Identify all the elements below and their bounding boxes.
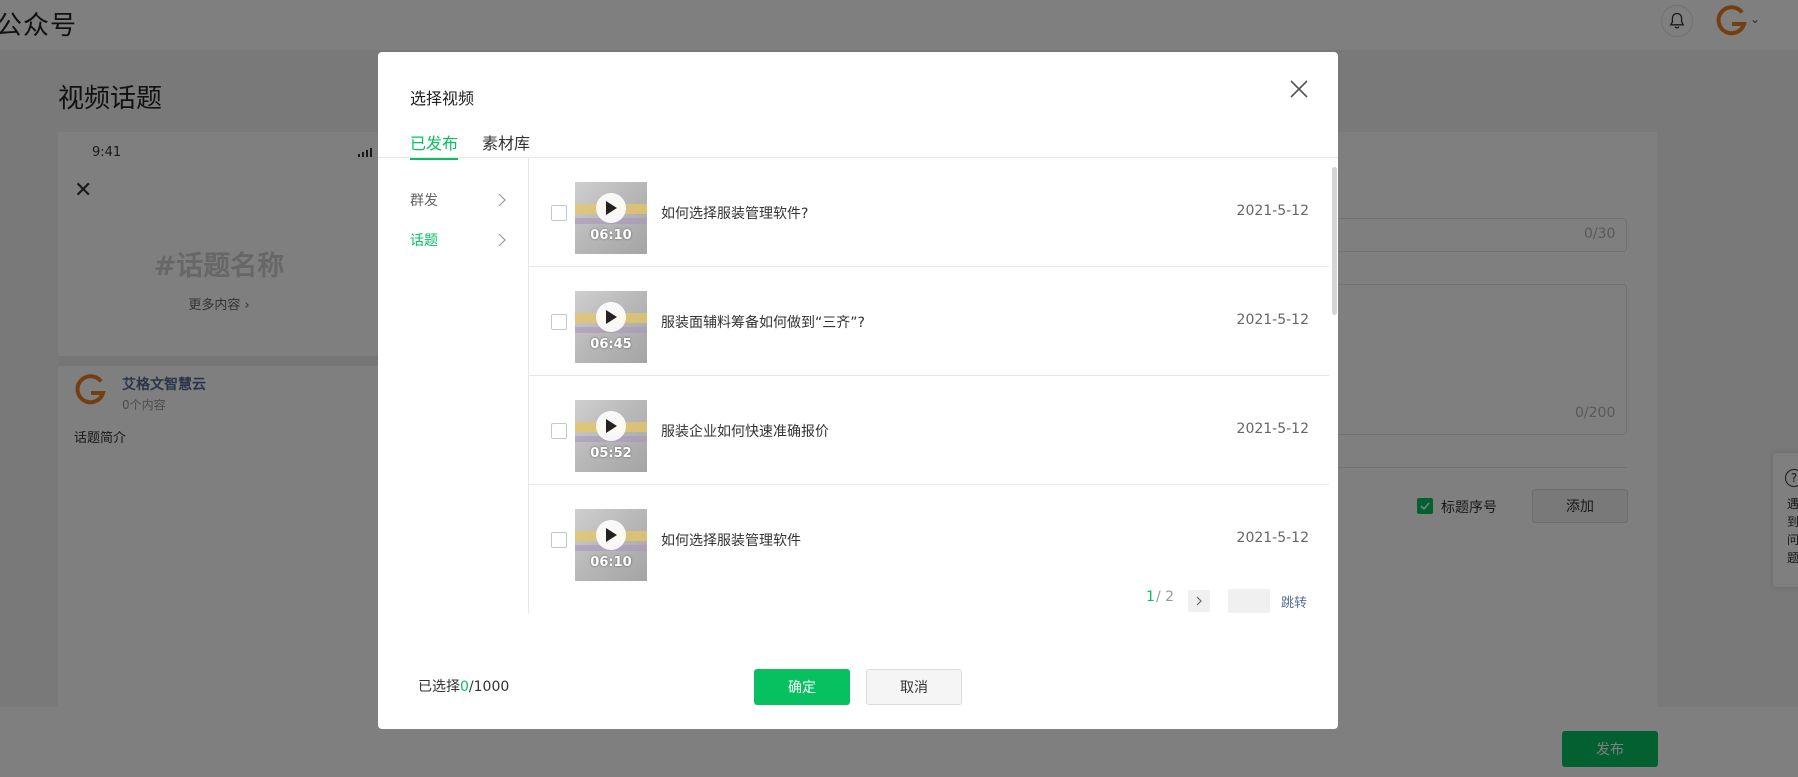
tab-published[interactable]: 已发布	[410, 130, 459, 160]
video-thumbnail: 05:52	[575, 400, 647, 472]
chevron-right-icon	[498, 233, 506, 247]
pager-jump-button[interactable]: 跳转	[1281, 592, 1307, 611]
selection-count: 0	[460, 679, 469, 695]
video-date: 2021-5-12	[1236, 203, 1309, 219]
play-icon[interactable]	[596, 411, 626, 441]
video-checkbox[interactable]	[551, 205, 567, 221]
cancel-button[interactable]: 取消	[866, 669, 962, 705]
chevron-right-icon	[1196, 596, 1202, 606]
close-icon[interactable]	[1284, 74, 1314, 104]
video-list: 06:10 如何选择服装管理软件? 2021-5-12 06:45 服装面辅料筹…	[529, 158, 1329, 613]
pager-jump-input[interactable]	[1228, 589, 1270, 613]
nav-item-mass-send[interactable]: 群发	[410, 188, 506, 212]
video-checkbox[interactable]	[551, 423, 567, 439]
pager-current-page: 1	[1146, 589, 1155, 605]
nav-item-topic[interactable]: 话题	[410, 228, 506, 252]
video-thumbnail: 06:45	[575, 291, 647, 363]
selection-prefix: 已选择	[418, 679, 460, 695]
video-duration: 06:10	[590, 228, 632, 243]
video-duration: 05:52	[590, 446, 632, 461]
list-item[interactable]: 06:10 如何选择服装管理软件? 2021-5-12	[529, 158, 1329, 267]
video-checkbox[interactable]	[551, 532, 567, 548]
chevron-right-icon	[498, 193, 506, 207]
video-date: 2021-5-12	[1236, 312, 1309, 328]
category-nav: 群发 话题	[378, 158, 528, 613]
selection-counter: 已选择0/1000	[418, 676, 509, 696]
list-scrollbar[interactable]	[1332, 167, 1337, 315]
video-title: 如何选择服装管理软件	[661, 533, 801, 549]
pager-next-button[interactable]	[1188, 590, 1210, 612]
video-thumbnail: 06:10	[575, 182, 647, 254]
confirm-button[interactable]: 确定	[754, 669, 850, 705]
video-title: 服装企业如何快速准确报价	[661, 424, 829, 440]
selection-max: /1000	[468, 679, 510, 695]
play-icon[interactable]	[596, 193, 626, 223]
list-item[interactable]: 06:10 如何选择服装管理软件 2021-5-12	[529, 485, 1329, 594]
dialog-title: 选择视频	[410, 89, 475, 108]
pager-total-pages: / 2	[1156, 589, 1175, 605]
video-checkbox[interactable]	[551, 314, 567, 330]
play-icon[interactable]	[596, 302, 626, 332]
list-item[interactable]: 06:45 服装面辅料筹备如何做到“三齐”? 2021-5-12	[529, 267, 1329, 376]
video-date: 2021-5-12	[1236, 421, 1309, 437]
video-title: 如何选择服装管理软件?	[661, 206, 809, 222]
nav-item-label: 群发	[410, 193, 438, 209]
tab-material-library[interactable]: 素材库	[482, 130, 530, 160]
video-duration: 06:10	[590, 555, 632, 570]
video-thumbnail: 06:10	[575, 509, 647, 581]
video-duration: 06:45	[590, 337, 632, 352]
video-title: 服装面辅料筹备如何做到“三齐”?	[661, 315, 865, 331]
nav-item-label: 话题	[410, 233, 438, 249]
select-video-dialog: 选择视频 已发布 素材库 群发 话题 06:10 如何选择服装管理软件? 202…	[378, 52, 1338, 729]
video-date: 2021-5-12	[1236, 530, 1309, 546]
list-item[interactable]: 05:52 服装企业如何快速准确报价 2021-5-12	[529, 376, 1329, 485]
play-icon[interactable]	[596, 520, 626, 550]
